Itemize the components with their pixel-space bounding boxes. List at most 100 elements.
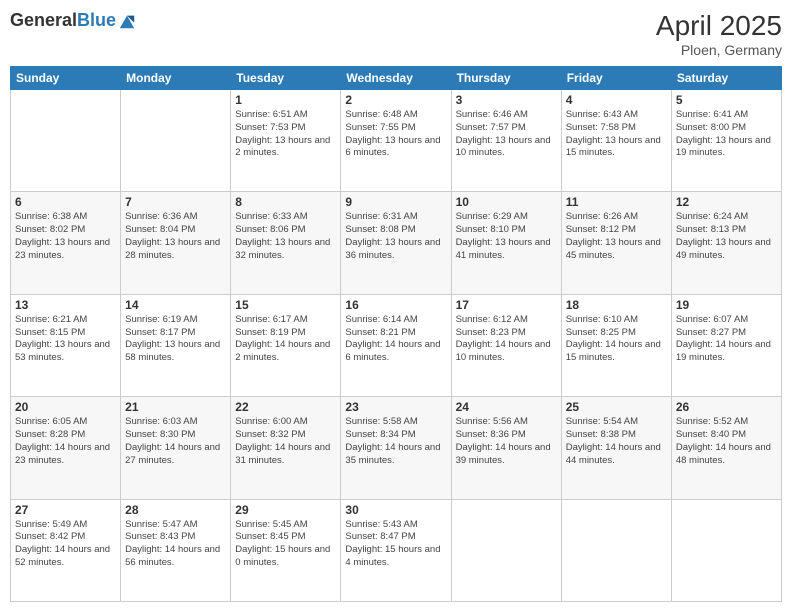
calendar-cell: 2 Sunrise: 6:48 AM Sunset: 7:55 PM Daylig… — [341, 90, 451, 192]
day-info: Sunrise: 5:52 AM Sunset: 8:40 PM Dayligh… — [676, 416, 777, 467]
day-info: Sunrise: 5:54 AM Sunset: 8:38 PM Dayligh… — [566, 416, 667, 467]
logo-icon — [118, 12, 136, 30]
day-info: Sunrise: 6:48 AM Sunset: 7:55 PM Dayligh… — [345, 109, 446, 160]
calendar-cell — [561, 499, 671, 601]
day-info: Sunrise: 6:41 AM Sunset: 8:00 PM Dayligh… — [676, 109, 777, 160]
day-info: Sunrise: 6:14 AM Sunset: 8:21 PM Dayligh… — [345, 314, 446, 365]
day-number: 24 — [456, 400, 557, 414]
calendar-cell: 14 Sunrise: 6:19 AM Sunset: 8:17 PM Dayli… — [121, 294, 231, 396]
calendar-week-4: 20 Sunrise: 6:05 AM Sunset: 8:28 PM Dayli… — [11, 397, 782, 499]
calendar-cell: 19 Sunrise: 6:07 AM Sunset: 8:27 PM Dayli… — [671, 294, 781, 396]
day-number: 12 — [676, 195, 777, 209]
day-info: Sunrise: 6:26 AM Sunset: 8:12 PM Dayligh… — [566, 211, 667, 262]
day-number: 23 — [345, 400, 446, 414]
day-number: 17 — [456, 298, 557, 312]
calendar-cell: 30 Sunrise: 5:43 AM Sunset: 8:47 PM Dayli… — [341, 499, 451, 601]
calendar-week-1: 1Sunrise: 6:51 AM Sunset: 7:53 PM Daylig… — [11, 90, 782, 192]
day-info: Sunrise: 6:21 AM Sunset: 8:15 PM Dayligh… — [15, 314, 116, 365]
day-info: Sunrise: 6:29 AM Sunset: 8:10 PM Dayligh… — [456, 211, 557, 262]
logo-text: GeneralBlue — [10, 10, 116, 31]
day-info: Sunrise: 6:05 AM Sunset: 8:28 PM Dayligh… — [15, 416, 116, 467]
calendar-header-row: SundayMondayTuesdayWednesdayThursdayFrid… — [11, 67, 782, 90]
calendar-week-3: 13 Sunrise: 6:21 AM Sunset: 8:15 PM Dayli… — [11, 294, 782, 396]
day-number: 5 — [676, 93, 777, 107]
day-info: Sunrise: 5:45 AM Sunset: 8:45 PM Dayligh… — [235, 519, 336, 570]
calendar-cell: 26 Sunrise: 5:52 AM Sunset: 8:40 PM Dayli… — [671, 397, 781, 499]
day-number: 8 — [235, 195, 336, 209]
day-number: 10 — [456, 195, 557, 209]
day-info: Sunrise: 6:19 AM Sunset: 8:17 PM Dayligh… — [125, 314, 226, 365]
title-block: April 2025 Ploen, Germany — [656, 10, 782, 58]
calendar-cell: 25 Sunrise: 5:54 AM Sunset: 8:38 PM Dayli… — [561, 397, 671, 499]
day-number: 7 — [125, 195, 226, 209]
day-info: Sunrise: 6:00 AM Sunset: 8:32 PM Dayligh… — [235, 416, 336, 467]
calendar-cell: 1Sunrise: 6:51 AM Sunset: 7:53 PM Daylig… — [231, 90, 341, 192]
day-info: Sunrise: 6:10 AM Sunset: 8:25 PM Dayligh… — [566, 314, 667, 365]
day-info: Sunrise: 6:24 AM Sunset: 8:13 PM Dayligh… — [676, 211, 777, 262]
day-info: Sunrise: 5:47 AM Sunset: 8:43 PM Dayligh… — [125, 519, 226, 570]
day-number: 27 — [15, 503, 116, 517]
day-info: Sunrise: 6:07 AM Sunset: 8:27 PM Dayligh… — [676, 314, 777, 365]
day-number: 2 — [345, 93, 446, 107]
day-number: 3 — [456, 93, 557, 107]
calendar-header-sunday: Sunday — [11, 67, 121, 90]
calendar-cell: 5 Sunrise: 6:41 AM Sunset: 8:00 PM Daylig… — [671, 90, 781, 192]
day-info: Sunrise: 6:33 AM Sunset: 8:06 PM Dayligh… — [235, 211, 336, 262]
calendar-header-tuesday: Tuesday — [231, 67, 341, 90]
calendar-cell: 22Sunrise: 6:00 AM Sunset: 8:32 PM Dayli… — [231, 397, 341, 499]
calendar-cell: 15Sunrise: 6:17 AM Sunset: 8:19 PM Dayli… — [231, 294, 341, 396]
calendar-cell — [451, 499, 561, 601]
day-number: 29 — [235, 503, 336, 517]
day-number: 26 — [676, 400, 777, 414]
day-info: Sunrise: 5:56 AM Sunset: 8:36 PM Dayligh… — [456, 416, 557, 467]
calendar-cell: 7 Sunrise: 6:36 AM Sunset: 8:04 PM Daylig… — [121, 192, 231, 294]
calendar-cell — [11, 90, 121, 192]
calendar-cell: 20 Sunrise: 6:05 AM Sunset: 8:28 PM Dayli… — [11, 397, 121, 499]
subtitle: Ploen, Germany — [656, 42, 782, 58]
day-number: 30 — [345, 503, 446, 517]
day-info: Sunrise: 6:36 AM Sunset: 8:04 PM Dayligh… — [125, 211, 226, 262]
calendar-cell: 24 Sunrise: 5:56 AM Sunset: 8:36 PM Dayli… — [451, 397, 561, 499]
day-info: Sunrise: 6:51 AM Sunset: 7:53 PM Dayligh… — [235, 109, 336, 160]
day-number: 18 — [566, 298, 667, 312]
day-info: Sunrise: 6:46 AM Sunset: 7:57 PM Dayligh… — [456, 109, 557, 160]
calendar-header-thursday: Thursday — [451, 67, 561, 90]
calendar-cell: 12 Sunrise: 6:24 AM Sunset: 8:13 PM Dayli… — [671, 192, 781, 294]
day-number: 13 — [15, 298, 116, 312]
calendar-cell: 29 Sunrise: 5:45 AM Sunset: 8:45 PM Dayli… — [231, 499, 341, 601]
day-number: 16 — [345, 298, 446, 312]
calendar-cell: 28 Sunrise: 5:47 AM Sunset: 8:43 PM Dayli… — [121, 499, 231, 601]
calendar-cell: 16 Sunrise: 6:14 AM Sunset: 8:21 PM Dayli… — [341, 294, 451, 396]
day-info: Sunrise: 6:43 AM Sunset: 7:58 PM Dayligh… — [566, 109, 667, 160]
logo-general: General — [10, 10, 77, 30]
calendar-cell: 13 Sunrise: 6:21 AM Sunset: 8:15 PM Dayli… — [11, 294, 121, 396]
day-number: 9 — [345, 195, 446, 209]
day-number: 6 — [15, 195, 116, 209]
day-info: Sunrise: 6:12 AM Sunset: 8:23 PM Dayligh… — [456, 314, 557, 365]
calendar-header-wednesday: Wednesday — [341, 67, 451, 90]
page: GeneralBlue April 2025 Ploen, Germany Su… — [0, 0, 792, 612]
day-number: 28 — [125, 503, 226, 517]
day-number: 21 — [125, 400, 226, 414]
day-number: 25 — [566, 400, 667, 414]
day-number: 11 — [566, 195, 667, 209]
day-info: Sunrise: 6:31 AM Sunset: 8:08 PM Dayligh… — [345, 211, 446, 262]
calendar-cell — [121, 90, 231, 192]
calendar-cell: 21Sunrise: 6:03 AM Sunset: 8:30 PM Dayli… — [121, 397, 231, 499]
calendar-cell: 4 Sunrise: 6:43 AM Sunset: 7:58 PM Daylig… — [561, 90, 671, 192]
calendar-cell: 3 Sunrise: 6:46 AM Sunset: 7:57 PM Daylig… — [451, 90, 561, 192]
day-number: 4 — [566, 93, 667, 107]
calendar-cell: 10 Sunrise: 6:29 AM Sunset: 8:10 PM Dayli… — [451, 192, 561, 294]
calendar-cell: 18 Sunrise: 6:10 AM Sunset: 8:25 PM Dayli… — [561, 294, 671, 396]
header: GeneralBlue April 2025 Ploen, Germany — [10, 10, 782, 58]
day-info: Sunrise: 5:49 AM Sunset: 8:42 PM Dayligh… — [15, 519, 116, 570]
calendar-header-saturday: Saturday — [671, 67, 781, 90]
calendar-header-monday: Monday — [121, 67, 231, 90]
day-number: 14 — [125, 298, 226, 312]
logo-blue: Blue — [77, 10, 116, 30]
day-number: 20 — [15, 400, 116, 414]
calendar-cell: 17 Sunrise: 6:12 AM Sunset: 8:23 PM Dayli… — [451, 294, 561, 396]
day-number: 19 — [676, 298, 777, 312]
day-info: Sunrise: 5:43 AM Sunset: 8:47 PM Dayligh… — [345, 519, 446, 570]
calendar-cell: 27 Sunrise: 5:49 AM Sunset: 8:42 PM Dayli… — [11, 499, 121, 601]
